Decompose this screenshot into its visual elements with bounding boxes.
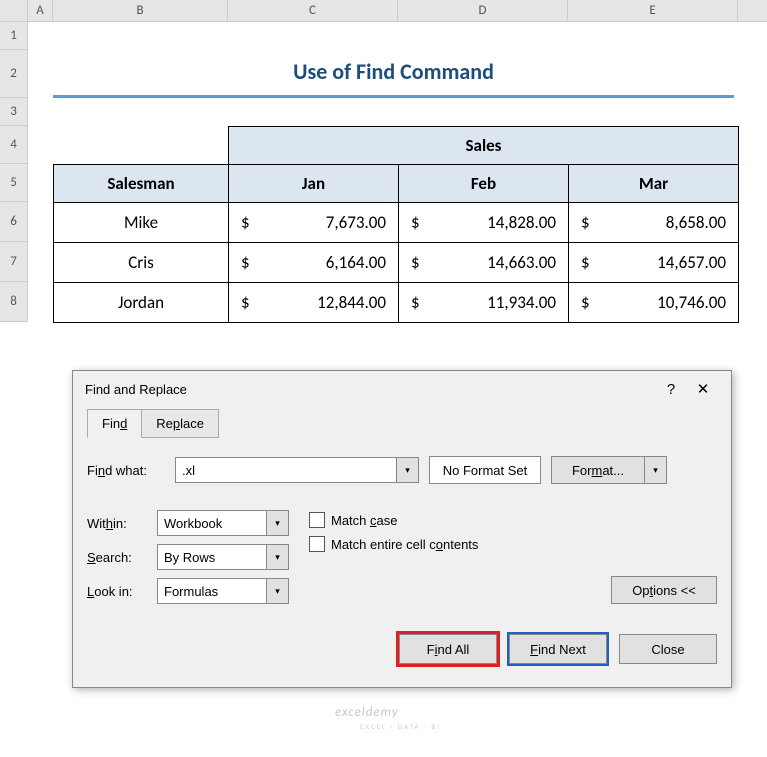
search-select[interactable]: By Rows: [157, 544, 267, 570]
lookin-label: Look in:: [87, 584, 157, 599]
tab-find[interactable]: Find: [87, 409, 142, 438]
sales-cell[interactable]: $14,663.00: [399, 243, 569, 283]
currency-symbol: $: [411, 292, 420, 313]
amount: 7,673.00: [250, 212, 386, 233]
chevron-down-icon[interactable]: ▾: [267, 510, 289, 536]
row-header-4[interactable]: 4: [0, 126, 28, 164]
find-next-button[interactable]: Find Next: [509, 634, 607, 664]
currency-symbol: $: [581, 292, 590, 313]
month-header-mar[interactable]: Mar: [569, 165, 739, 203]
help-button[interactable]: ?: [655, 373, 687, 405]
format-button[interactable]: Format...: [551, 456, 645, 484]
page-title: Use of Find Command: [293, 58, 494, 85]
currency-symbol: $: [581, 212, 590, 233]
sales-cell[interactable]: $8,658.00: [569, 203, 739, 243]
sales-cell[interactable]: $7,673.00: [229, 203, 399, 243]
match-case-checkbox[interactable]: [309, 512, 325, 528]
amount: 12,844.00: [250, 292, 386, 313]
tab-strip: Find Replace: [87, 409, 717, 438]
sales-cell[interactable]: $14,657.00: [569, 243, 739, 283]
match-case-label: Match case: [331, 513, 397, 528]
currency-symbol: $: [241, 252, 250, 273]
amount: 14,828.00: [420, 212, 556, 233]
within-label: Within:: [87, 516, 157, 531]
table-row: Mike $7,673.00 $14,828.00 $8,658.00: [54, 203, 739, 243]
amount: 6,164.00: [250, 252, 386, 273]
row-header-2[interactable]: 2: [0, 50, 28, 98]
find-replace-dialog: Find and Replace ? ✕ Find Replace Find w…: [72, 370, 732, 688]
options-button[interactable]: Options <<: [611, 576, 717, 604]
salesman-header[interactable]: Salesman: [54, 165, 229, 203]
currency-symbol: $: [241, 212, 250, 233]
title-cell[interactable]: Use of Find Command: [53, 50, 734, 98]
row-header-1[interactable]: 1: [0, 22, 28, 50]
sales-header[interactable]: Sales: [229, 127, 739, 165]
close-icon[interactable]: ✕: [687, 373, 719, 405]
currency-symbol: $: [241, 292, 250, 313]
find-all-button[interactable]: Find All: [399, 634, 497, 664]
month-header-jan[interactable]: Jan: [229, 165, 399, 203]
table-row: Jordan $12,844.00 $11,934.00 $10,746.00: [54, 283, 739, 323]
sales-cell[interactable]: $14,828.00: [399, 203, 569, 243]
dialog-title: Find and Replace: [85, 382, 655, 397]
watermark-subtitle: EXCEL · DATA · BI: [360, 722, 441, 731]
select-all-corner[interactable]: [0, 0, 28, 21]
find-what-label: Find what:: [87, 463, 165, 478]
amount: 11,934.00: [420, 292, 556, 313]
sales-cell[interactable]: $6,164.00: [229, 243, 399, 283]
close-button[interactable]: Close: [619, 634, 717, 664]
amount: 14,663.00: [420, 252, 556, 273]
amount: 14,657.00: [590, 252, 726, 273]
row-header-5[interactable]: 5: [0, 164, 28, 202]
salesman-name[interactable]: Jordan: [54, 283, 229, 323]
watermark-logo: exceldemy: [335, 705, 399, 720]
format-dropdown-icon[interactable]: ▾: [645, 456, 667, 484]
find-what-input[interactable]: .xl: [175, 457, 397, 483]
tab-replace[interactable]: Replace: [142, 409, 219, 438]
within-select[interactable]: Workbook: [157, 510, 267, 536]
col-header-a[interactable]: A: [28, 0, 53, 21]
no-format-label: No Format Set: [429, 456, 541, 484]
col-header-e[interactable]: E: [568, 0, 738, 21]
currency-symbol: $: [581, 252, 590, 273]
search-label: Search:: [87, 550, 157, 565]
blank-cell[interactable]: [54, 127, 229, 165]
currency-symbol: $: [411, 212, 420, 233]
column-header-row: A B C D E: [0, 0, 767, 22]
salesman-name[interactable]: Mike: [54, 203, 229, 243]
col-header-b[interactable]: B: [53, 0, 228, 21]
table-row: Cris $6,164.00 $14,663.00 $14,657.00: [54, 243, 739, 283]
currency-symbol: $: [411, 252, 420, 273]
row-header-8[interactable]: 8: [0, 282, 28, 322]
month-header-feb[interactable]: Feb: [399, 165, 569, 203]
chevron-down-icon[interactable]: ▾: [267, 578, 289, 604]
row-header-6[interactable]: 6: [0, 202, 28, 242]
match-entire-label: Match entire cell contents: [331, 537, 478, 552]
chevron-down-icon[interactable]: ▾: [267, 544, 289, 570]
sales-cell[interactable]: $10,746.00: [569, 283, 739, 323]
salesman-name[interactable]: Cris: [54, 243, 229, 283]
sales-cell[interactable]: $11,934.00: [399, 283, 569, 323]
dialog-titlebar[interactable]: Find and Replace ? ✕: [73, 371, 731, 407]
col-header-c[interactable]: C: [228, 0, 398, 21]
row-header-7[interactable]: 7: [0, 242, 28, 282]
find-what-dropdown-icon[interactable]: ▾: [397, 457, 419, 483]
row-header-3[interactable]: 3: [0, 98, 28, 126]
lookin-select[interactable]: Formulas: [157, 578, 267, 604]
amount: 8,658.00: [590, 212, 726, 233]
sales-cell[interactable]: $12,844.00: [229, 283, 399, 323]
amount: 10,746.00: [590, 292, 726, 313]
match-entire-checkbox[interactable]: [309, 536, 325, 552]
sales-table: Sales Salesman Jan Feb Mar Mike $7,673.0…: [53, 126, 739, 323]
col-header-d[interactable]: D: [398, 0, 568, 21]
